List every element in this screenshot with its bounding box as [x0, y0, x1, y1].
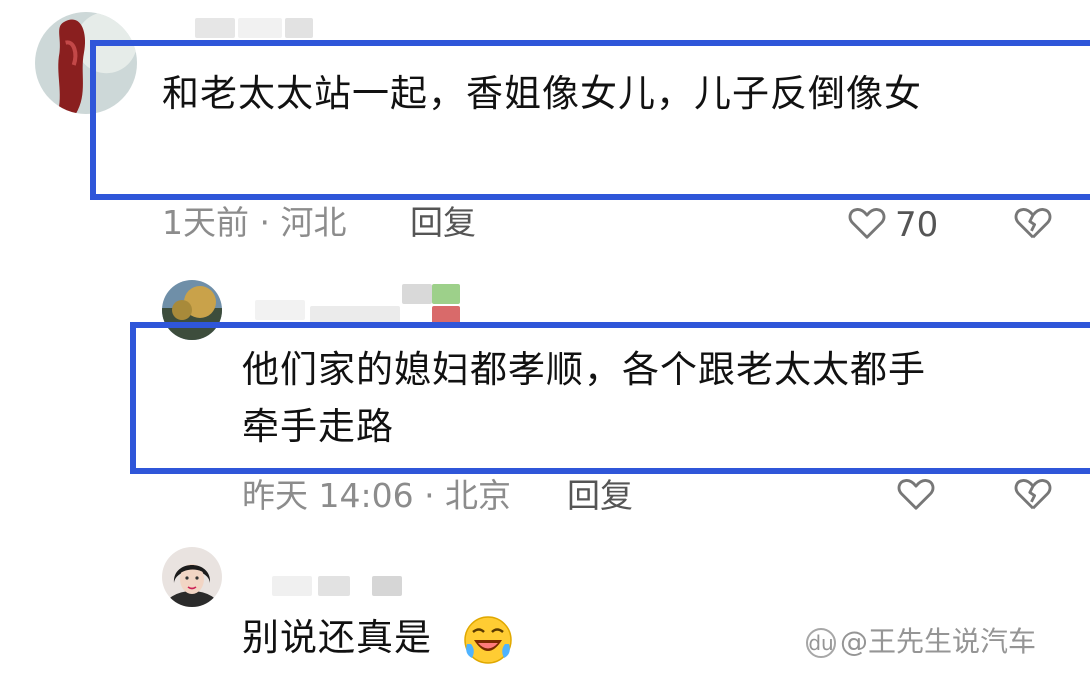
username-redacted: [195, 18, 235, 38]
comment-text-line2: 牵手走路: [242, 405, 394, 448]
username-redacted: [318, 576, 350, 596]
highlight-box: [90, 40, 1090, 200]
avatar[interactable]: [162, 547, 222, 607]
watermark: @王先生说汽车: [840, 625, 1037, 658]
reply-button[interactable]: 回复: [567, 476, 633, 516]
username-redacted: [402, 284, 432, 304]
username-redacted: [255, 300, 305, 320]
username-redacted: [372, 576, 402, 596]
heart-icon[interactable]: [848, 205, 886, 241]
broken-heart-icon[interactable]: [1014, 205, 1052, 241]
comment-meta: 1天前 · 河北: [162, 203, 347, 242]
comment-meta: 昨天 14:06 · 北京: [242, 476, 512, 515]
username-redacted: [272, 576, 312, 596]
laughing-emoji: [462, 614, 514, 666]
comment-text: 别说还真是: [242, 616, 432, 659]
reply-button[interactable]: 回复: [410, 203, 476, 243]
username-redacted: [432, 284, 460, 304]
username-redacted: [285, 18, 313, 38]
baidu-logo-icon: du: [806, 628, 836, 658]
heart-icon[interactable]: [897, 476, 935, 512]
comment-text: 和老太太站一起，香姐像女儿，儿子反倒像女: [162, 72, 922, 115]
broken-heart-icon[interactable]: [1014, 476, 1052, 512]
comment-text-line1: 他们家的媳妇都孝顺，各个跟老太太都手: [242, 348, 926, 391]
highlight-box: [130, 322, 1090, 474]
username-redacted: [238, 18, 282, 38]
like-count: 70: [895, 205, 939, 245]
